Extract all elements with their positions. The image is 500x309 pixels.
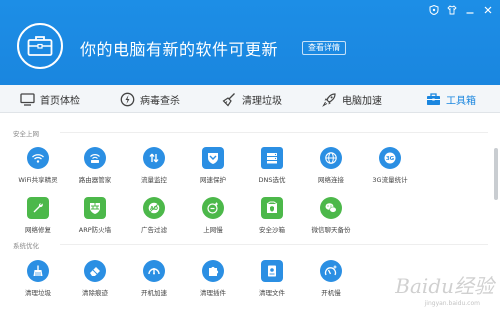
tab-label: 电脑加速: [342, 95, 382, 107]
tool-network-connection[interactable]: 网络连接: [303, 147, 359, 184]
tool-label: DNS选优: [258, 176, 286, 184]
rocket-icon: [322, 92, 336, 107]
tool-clean-junk[interactable]: 清理垃圾: [10, 260, 66, 297]
tab-speedup[interactable]: 电脑加速: [322, 85, 382, 113]
tool-label: 开机加速: [141, 289, 167, 297]
tool-label: 网络连接: [318, 176, 344, 184]
tool-label: 清除痕迹: [82, 289, 108, 297]
globe-icon: [320, 147, 342, 169]
speedometer-icon: [143, 260, 165, 282]
tool-wifi-share[interactable]: WiFi共享精灵: [10, 147, 66, 184]
vertical-scrollbar[interactable]: [494, 148, 498, 200]
wifi-icon: [27, 147, 49, 169]
tool-label: 流量监控: [141, 176, 167, 184]
tab-home-checkup[interactable]: 首页体检: [20, 85, 80, 113]
broom-icon: [222, 92, 235, 106]
puzzle-icon: [202, 260, 224, 282]
tool-clean-files[interactable]: 清理文件: [244, 260, 300, 297]
tool-slow-boot[interactable]: 开机慢: [303, 260, 359, 297]
section-title-safe-internet: 安全上网: [13, 130, 39, 138]
lightning-circle-icon: [120, 92, 135, 106]
close-icon[interactable]: [482, 4, 494, 16]
file-clean-icon: [261, 260, 283, 282]
tab-label: 病毒查杀: [140, 95, 180, 107]
baidu-watermark-url: jingyan.baidu.com: [424, 300, 480, 307]
tab-label: 首页体检: [40, 95, 80, 107]
tool-label: 广告过滤: [141, 226, 167, 234]
toolbox-header-icon: [17, 23, 63, 69]
dns-server-icon: [261, 147, 283, 169]
tool-speed-protect[interactable]: 网速保护: [185, 147, 241, 184]
tool-label: 清理垃圾: [25, 289, 51, 297]
router-icon: [84, 147, 106, 169]
tool-boot-speedup[interactable]: 开机加速: [126, 260, 182, 297]
baidu-watermark: Baidu经验: [395, 274, 494, 298]
tool-3g-traffic[interactable]: 3G 3G流量统计: [362, 147, 418, 184]
wrench-icon: [27, 197, 49, 219]
tool-network-repair[interactable]: 网络修复: [10, 197, 66, 234]
firewall-icon: [84, 197, 106, 219]
tool-clear-traces[interactable]: 清除痕迹: [67, 260, 123, 297]
tool-label: 微信聊天备份: [311, 226, 351, 234]
ad-block-icon: AD: [143, 197, 165, 219]
tool-traffic-monitor[interactable]: 流量监控: [126, 147, 182, 184]
tool-security-sandbox[interactable]: 安全沙箱: [244, 197, 300, 234]
header-banner: 你的电脑有新的软件可更新 查看详情: [0, 0, 500, 85]
tool-label: 上网慢: [203, 226, 223, 234]
tab-label: 清理垃圾: [242, 95, 282, 107]
main-nav: 首页体检 病毒查杀 清理垃圾 电脑加速 工具箱: [0, 85, 500, 113]
window-controls: [428, 4, 494, 16]
section-divider: [60, 132, 488, 133]
slow-boot-icon: [320, 260, 342, 282]
sandbox-icon: [261, 197, 283, 219]
tool-label: 清理插件: [200, 289, 226, 297]
tab-clean-junk[interactable]: 清理垃圾: [222, 85, 282, 113]
tool-dns-optimize[interactable]: DNS选优: [244, 147, 300, 184]
tool-slow-internet[interactable]: 上网慢: [185, 197, 241, 234]
tab-label: 工具箱: [446, 95, 476, 107]
tool-label: 网络修复: [25, 226, 51, 234]
tool-label: 网速保护: [200, 176, 226, 184]
tool-label: 清理文件: [259, 289, 285, 297]
tool-label: 开机慢: [321, 289, 341, 297]
section-title-system-optimize: 系统优化: [13, 242, 39, 250]
eraser-icon: [84, 260, 106, 282]
monitor-icon: [20, 92, 35, 106]
tool-label: 3G流量统计: [372, 176, 408, 184]
tool-arp-firewall[interactable]: ARP防火墙: [67, 197, 123, 234]
tool-wechat-backup[interactable]: 微信聊天备份: [303, 197, 359, 234]
minimize-icon[interactable]: [464, 4, 476, 16]
update-message: 你的电脑有新的软件可更新: [80, 40, 279, 59]
tab-toolbox[interactable]: 工具箱: [426, 85, 476, 113]
shirt-icon[interactable]: [446, 4, 458, 16]
tool-label: 安全沙箱: [259, 226, 285, 234]
tool-label: WiFi共享精灵: [18, 176, 58, 184]
section-divider: [60, 244, 488, 245]
tool-label: 路由器管家: [78, 176, 112, 184]
tool-label: ARP防火墙: [78, 226, 112, 234]
svg-text:3G: 3G: [386, 156, 395, 162]
shield-chevron-icon: [202, 147, 224, 169]
tool-router-manager[interactable]: 路由器管家: [67, 147, 123, 184]
toolbox-icon: [427, 92, 440, 105]
shield-icon[interactable]: [428, 4, 440, 16]
3g-icon: 3G: [379, 147, 401, 169]
tool-clean-plugins[interactable]: 清理插件: [185, 260, 241, 297]
broom-icon: [27, 260, 49, 282]
view-details-button[interactable]: 查看详情: [302, 41, 346, 55]
tool-ad-filter[interactable]: AD 广告过滤: [126, 197, 182, 234]
tab-virus-scan[interactable]: 病毒查杀: [120, 85, 180, 113]
wechat-icon: [320, 197, 342, 219]
traffic-arrows-icon: [143, 147, 165, 169]
toolbox-content: 安全上网 WiFi共享精灵 路由器管家 流量监控 网速保护 DNS选优 网络连接…: [0, 114, 500, 309]
slow-network-icon: [202, 197, 224, 219]
